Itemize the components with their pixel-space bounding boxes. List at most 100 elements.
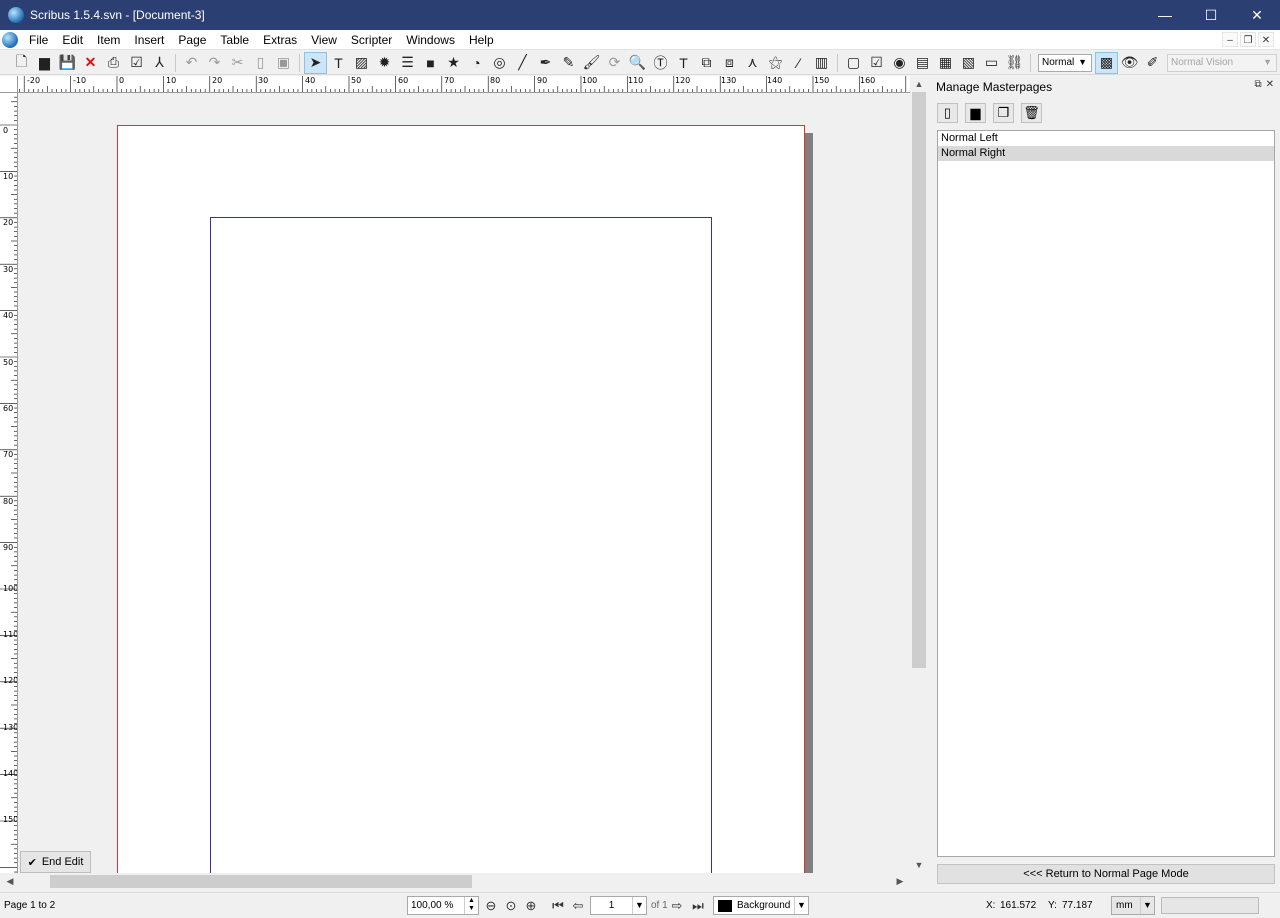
- print-icon[interactable]: ⎙: [102, 52, 125, 74]
- import-masterpage-icon[interactable]: ▆: [965, 103, 986, 123]
- preflight-check-icon[interactable]: ☑: [125, 52, 148, 74]
- horizontal-scroll-thumb[interactable]: [50, 875, 472, 888]
- minimize-button[interactable]: —: [1142, 0, 1188, 30]
- line-icon[interactable]: ╱: [511, 52, 534, 74]
- horizontal-scrollbar[interactable]: ◀ ▶: [0, 873, 910, 890]
- zoom-input[interactable]: 100,00 % ▲ ▼: [407, 896, 479, 915]
- previous-page-icon[interactable]: ⇦: [569, 897, 587, 915]
- vertical-scroll-thumb[interactable]: [912, 92, 926, 668]
- zoom-icon[interactable]: 🔍: [626, 52, 649, 74]
- zoom-out-icon[interactable]: ⊖: [482, 897, 500, 915]
- preview-eye-icon[interactable]: 👁: [1118, 52, 1141, 74]
- doc-close-button[interactable]: ✕: [1258, 32, 1274, 47]
- render-frame-icon[interactable]: ✹: [373, 52, 396, 74]
- first-page-icon[interactable]: ⏮: [549, 897, 567, 915]
- scroll-right-icon[interactable]: ▶: [892, 873, 908, 890]
- maximize-button[interactable]: ☐: [1188, 0, 1234, 30]
- menu-edit[interactable]: Edit: [55, 30, 90, 50]
- rotate-icon[interactable]: ⟳: [603, 52, 626, 74]
- measure-icon[interactable]: ⋏: [741, 52, 764, 74]
- polygon-star-icon[interactable]: ★: [442, 52, 465, 74]
- unlink-frames-icon[interactable]: ⧈: [718, 52, 741, 74]
- zoom-spinner-icon[interactable]: ▲ ▼: [464, 897, 478, 914]
- menu-table[interactable]: Table: [213, 30, 256, 50]
- duplicate-masterpage-icon[interactable]: ❐: [993, 103, 1014, 123]
- menu-scripter[interactable]: Scripter: [344, 30, 399, 50]
- float-panel-icon[interactable]: ⧉: [1254, 79, 1261, 90]
- doc-restore-button[interactable]: ❐: [1240, 32, 1256, 47]
- pdf-checkbox-icon[interactable]: ☑: [865, 52, 888, 74]
- vertical-ruler[interactable]: 0 10 20 30 40 50 60 70 80 90 100 110 120…: [0, 93, 18, 873]
- last-page-icon[interactable]: ⏭: [689, 897, 707, 915]
- preview-mode-select[interactable]: Normal ▼: [1038, 53, 1092, 72]
- menu-item[interactable]: Item: [90, 30, 127, 50]
- page-number-select[interactable]: 1 ▼: [590, 896, 647, 915]
- eyedropper-icon[interactable]: ⁄: [787, 52, 810, 74]
- horizontal-ruler[interactable]: -20 -10 0 10 20 30 40 50 60 70 80 90 100…: [18, 76, 910, 93]
- zoom-in-icon[interactable]: ⊕: [522, 897, 540, 915]
- table-icon[interactable]: ☰: [396, 52, 419, 74]
- master-page[interactable]: [117, 125, 805, 873]
- bezier-pen-icon[interactable]: ✒: [534, 52, 557, 74]
- menu-insert[interactable]: Insert: [127, 30, 171, 50]
- redo-icon[interactable]: ↷: [203, 52, 226, 74]
- app-menu-icon[interactable]: [2, 31, 18, 48]
- doc-minimize-button[interactable]: –: [1222, 32, 1238, 47]
- scroll-left-icon[interactable]: ◀: [2, 873, 18, 890]
- end-edit-button[interactable]: ✔ End Edit: [20, 851, 91, 873]
- menu-help[interactable]: Help: [462, 30, 501, 50]
- link-frames-icon[interactable]: ⧉: [695, 52, 718, 74]
- open-document-icon[interactable]: ▆: [33, 52, 56, 74]
- pdf-annotation-icon[interactable]: ▭: [980, 52, 1003, 74]
- menu-file[interactable]: File: [22, 30, 55, 50]
- menu-page[interactable]: Page: [171, 30, 213, 50]
- save-icon[interactable]: 💾: [56, 52, 79, 74]
- pdf-combobox-icon[interactable]: ▦: [934, 52, 957, 74]
- calligraphic-brush-icon[interactable]: 🖌: [580, 52, 603, 74]
- copy-properties-icon[interactable]: ⚝: [764, 52, 787, 74]
- pdf-radio-icon[interactable]: ◉: [888, 52, 911, 74]
- close-window-button[interactable]: ✕: [1234, 0, 1280, 30]
- page-viewport[interactable]: [18, 93, 910, 873]
- cut-icon[interactable]: ✂: [226, 52, 249, 74]
- masterpage-list[interactable]: Normal Left Normal Right: [937, 130, 1275, 857]
- export-pdf-icon[interactable]: ⅄: [148, 52, 171, 74]
- color-preview-icon[interactable]: ▩: [1095, 51, 1118, 74]
- close-document-icon[interactable]: ✕: [79, 52, 102, 74]
- pdf-listbox-icon[interactable]: ▧: [957, 52, 980, 74]
- masterpage-item-normal-left[interactable]: Normal Left: [938, 131, 1274, 146]
- menu-windows[interactable]: Windows: [399, 30, 462, 50]
- pdf-button-icon[interactable]: ▢: [842, 52, 865, 74]
- paste-icon[interactable]: ▣: [272, 52, 295, 74]
- barcode-icon[interactable]: ▥: [810, 52, 833, 74]
- zoom-100-icon[interactable]: ⊙: [502, 897, 520, 915]
- edit-contents-icon[interactable]: Ⓣ: [649, 52, 672, 74]
- vertical-scrollbar[interactable]: ▲ ▼: [910, 76, 928, 873]
- edit-text-icon[interactable]: T: [672, 52, 695, 74]
- image-frame-icon[interactable]: ▨: [350, 52, 373, 74]
- return-to-normal-mode-button[interactable]: <<< Return to Normal Page Mode: [937, 864, 1275, 884]
- masterpage-item-normal-right[interactable]: Normal Right: [938, 146, 1274, 161]
- select-pointer-icon[interactable]: ➤: [304, 51, 327, 74]
- delete-masterpage-icon[interactable]: 🗑: [1021, 103, 1042, 123]
- text-frame-icon[interactable]: T: [327, 52, 350, 74]
- layer-select[interactable]: Background ▼: [713, 896, 809, 915]
- scroll-down-icon[interactable]: ▼: [910, 857, 928, 873]
- vision-select[interactable]: Normal Vision ▼: [1167, 53, 1277, 72]
- menu-view[interactable]: View: [304, 30, 344, 50]
- ruler-corner[interactable]: [0, 76, 18, 93]
- close-panel-icon[interactable]: ✕: [1266, 79, 1274, 90]
- shape-icon[interactable]: ■: [419, 52, 442, 74]
- arc-icon[interactable]: ◔: [465, 52, 488, 74]
- scroll-up-icon[interactable]: ▲: [910, 76, 928, 92]
- edit-mode-icon[interactable]: ✐: [1141, 52, 1164, 74]
- copy-icon[interactable]: ▯: [249, 52, 272, 74]
- unit-select[interactable]: mm ▼: [1111, 896, 1155, 915]
- next-page-icon[interactable]: ⇨: [668, 897, 686, 915]
- pdf-textfield-icon[interactable]: ▤: [911, 52, 934, 74]
- new-masterpage-icon[interactable]: ▯: [937, 103, 958, 123]
- new-document-icon[interactable]: 🗋: [10, 52, 33, 74]
- freehand-pencil-icon[interactable]: ✎: [557, 52, 580, 74]
- spiral-icon[interactable]: ◎: [488, 52, 511, 74]
- pdf-link-icon[interactable]: ⛓: [1003, 52, 1026, 74]
